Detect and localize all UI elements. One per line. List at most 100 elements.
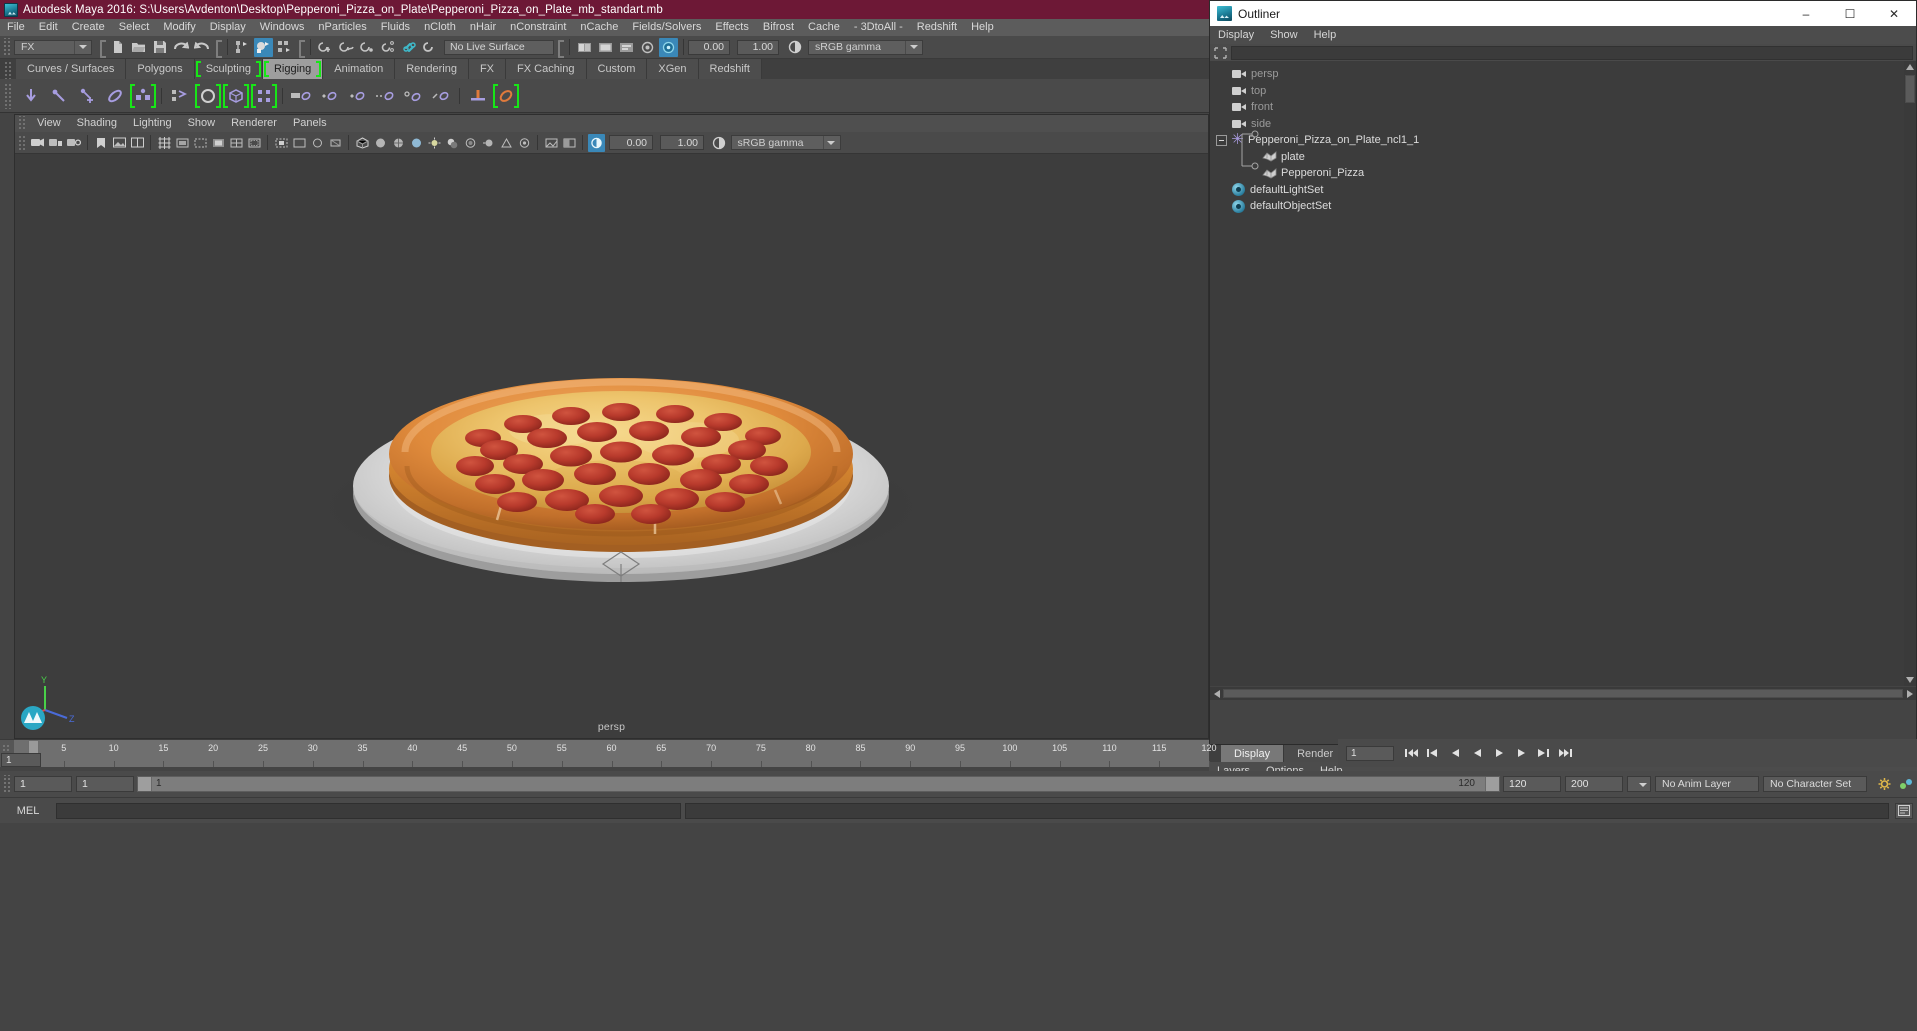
screen-space-ao-icon[interactable] — [462, 134, 479, 152]
redshift-render-button[interactable] — [659, 37, 678, 57]
color-management-toggle-icon[interactable] — [587, 133, 605, 152]
xray-toggle-icon[interactable] — [291, 134, 308, 152]
snap-to-projected-center-button[interactable] — [379, 38, 398, 57]
outliner-item-defaultlightset[interactable]: defaultLightSet — [1210, 182, 1904, 199]
shelf-tab-polygons[interactable]: Polygons — [126, 59, 195, 79]
menu-item-fields-solvers[interactable]: Fields/Solvers — [625, 19, 708, 36]
textured-shading-icon[interactable] — [408, 134, 425, 152]
shaded-wireframe-icon[interactable] — [390, 134, 407, 152]
color-management-icon[interactable] — [785, 38, 804, 57]
use-all-lights-icon[interactable] — [426, 134, 443, 152]
shelf-item-mirror-joint[interactable] — [465, 82, 491, 110]
range-handle-left[interactable] — [138, 777, 152, 791]
outliner-item-side[interactable]: side — [1210, 116, 1904, 133]
safe-action-icon[interactable] — [246, 134, 263, 152]
range-handle-right[interactable] — [1485, 777, 1499, 791]
menu-item-nparticles[interactable]: nParticles — [311, 19, 373, 36]
close-button[interactable]: ✕ — [1872, 1, 1916, 26]
h-scroll-thumb[interactable] — [1223, 689, 1903, 698]
menu-item-display[interactable]: Display — [203, 19, 253, 36]
anim-layer-selector[interactable]: No Anim Layer — [1655, 776, 1759, 792]
snap-to-grids-button[interactable] — [316, 38, 335, 57]
menu-item-redshift[interactable]: Redshift — [910, 19, 964, 36]
shelf-item-insert-joint[interactable] — [74, 82, 100, 110]
animation-preferences-icon[interactable] — [1873, 774, 1895, 794]
shelf-item-bind-skin[interactable] — [167, 82, 193, 110]
shelf-item-cluster-deformer[interactable] — [251, 82, 277, 110]
outliner-menu-show[interactable]: Show — [1262, 26, 1306, 44]
step-forward-key-icon[interactable] — [1532, 743, 1554, 763]
outliner-item-front[interactable]: front — [1210, 99, 1904, 116]
viewport-3d-canvas[interactable]: persp Y Z X — [15, 154, 1208, 738]
command-input[interactable] — [56, 802, 681, 819]
shelf-tab-custom[interactable]: Custom — [586, 59, 648, 79]
ipr-render-button[interactable] — [596, 38, 615, 57]
animation-toolkit-icon[interactable] — [1895, 774, 1917, 794]
outliner-tree[interactable]: persp top front side ✳ Pepperoni_Pizza_on_Pla… — [1210, 61, 1904, 686]
viewport-menu-renderer[interactable]: Renderer — [223, 115, 285, 132]
menu-item-ncloth[interactable]: nCloth — [417, 19, 463, 36]
viewport-menu-shading[interactable]: Shading — [69, 115, 125, 132]
menu-item-ncache[interactable]: nCache — [573, 19, 625, 36]
outliner-item-pepperoni-pizza-on-plate-ncl1-1[interactable]: ✳ Pepperoni_Pizza_on_Plate_ncl1_1 — [1210, 132, 1904, 149]
image-plane-icon[interactable] — [111, 134, 128, 152]
render-view-button[interactable] — [575, 38, 594, 57]
viewport-toolbar-grip[interactable] — [18, 135, 26, 150]
viewport-exposure-field[interactable]: 0.00 — [609, 135, 653, 150]
shelf-tab-rendering[interactable]: Rendering — [395, 59, 469, 79]
exposure-field[interactable]: 0.00 — [688, 39, 730, 55]
shelf-tab-sculpting[interactable]: Sculpting — [194, 59, 263, 79]
gamma-toggle-icon[interactable] — [561, 134, 578, 152]
playback-frame-field[interactable]: 1 — [1346, 745, 1394, 761]
outliner-menu-display[interactable]: Display — [1210, 26, 1262, 44]
auto-key-toggle[interactable] — [1627, 776, 1651, 792]
film-gate-icon[interactable] — [174, 134, 191, 152]
multisample-aa-icon[interactable] — [498, 134, 515, 152]
shelf-tab-rigging[interactable]: Rigging — [262, 59, 324, 79]
shelf-tab-animation[interactable]: Animation — [323, 59, 396, 79]
character-set-selector[interactable]: No Character Set — [1763, 776, 1867, 792]
menu-set-selector[interactable]: FX — [14, 39, 92, 55]
viewport-gamma-field[interactable]: 1.00 — [660, 135, 704, 150]
select-by-hierarchy-button[interactable] — [233, 38, 252, 57]
play-forwards-icon[interactable] — [1488, 743, 1510, 763]
smooth-shading-icon[interactable] — [372, 134, 389, 152]
go-to-end-icon[interactable] — [1554, 743, 1576, 763]
shelf-item-aim-constraint[interactable] — [400, 82, 426, 110]
shelf-tab-xgen[interactable]: XGen — [647, 59, 699, 79]
select-filter-icon[interactable] — [1213, 46, 1228, 60]
outliner-search-input[interactable] — [1231, 45, 1913, 60]
save-scene-button[interactable] — [150, 38, 169, 57]
scroll-thumb[interactable] — [1905, 75, 1915, 103]
hypershade-button[interactable] — [638, 38, 657, 57]
go-to-start-icon[interactable] — [1400, 743, 1422, 763]
shelf-item-paint-skin-weights[interactable] — [195, 82, 221, 110]
gamma-field[interactable]: 1.00 — [737, 39, 779, 55]
twopanel-icon[interactable] — [129, 134, 146, 152]
playback-start-field[interactable]: 1 — [76, 776, 134, 792]
scroll-up-arrow-icon[interactable] — [1904, 61, 1916, 73]
menu-item-effects[interactable]: Effects — [708, 19, 755, 36]
viewport-menu-view[interactable]: View — [29, 115, 69, 132]
maximize-button[interactable]: ☐ — [1828, 1, 1872, 26]
resolution-gate-icon[interactable] — [192, 134, 209, 152]
xray-active-components-icon[interactable] — [327, 134, 344, 152]
viewport-menu-show[interactable]: Show — [180, 115, 224, 132]
outliner-item-defaultobjectset[interactable]: defaultObjectSet — [1210, 198, 1904, 215]
step-forward-frame-icon[interactable] — [1510, 743, 1532, 763]
time-slider[interactable]: 5 10 15 20 25 30 35 40 45 50 55 60 65 70 75 80 85 90 95 100… — [0, 739, 1217, 767]
scroll-right-arrow-icon[interactable] — [1903, 687, 1916, 700]
field-chart-icon[interactable] — [228, 134, 245, 152]
make-live-button[interactable] — [421, 38, 440, 57]
gate-mask-icon[interactable] — [210, 134, 227, 152]
viewport-menu-grip[interactable] — [18, 116, 26, 131]
menu-item-bifrost[interactable]: Bifrost — [756, 19, 801, 36]
range-end-field[interactable]: 200 — [1565, 776, 1623, 792]
scroll-left-arrow-icon[interactable] — [1210, 687, 1223, 700]
shelf-item-ik-handle[interactable] — [102, 82, 128, 110]
redo-button[interactable] — [192, 38, 211, 57]
minimize-button[interactable]: – — [1784, 1, 1828, 26]
shelf-item-orient-constraint[interactable] — [344, 82, 370, 110]
shelf-item-parent-constraint[interactable] — [288, 82, 314, 110]
viewport-menu-panels[interactable]: Panels — [285, 115, 335, 132]
